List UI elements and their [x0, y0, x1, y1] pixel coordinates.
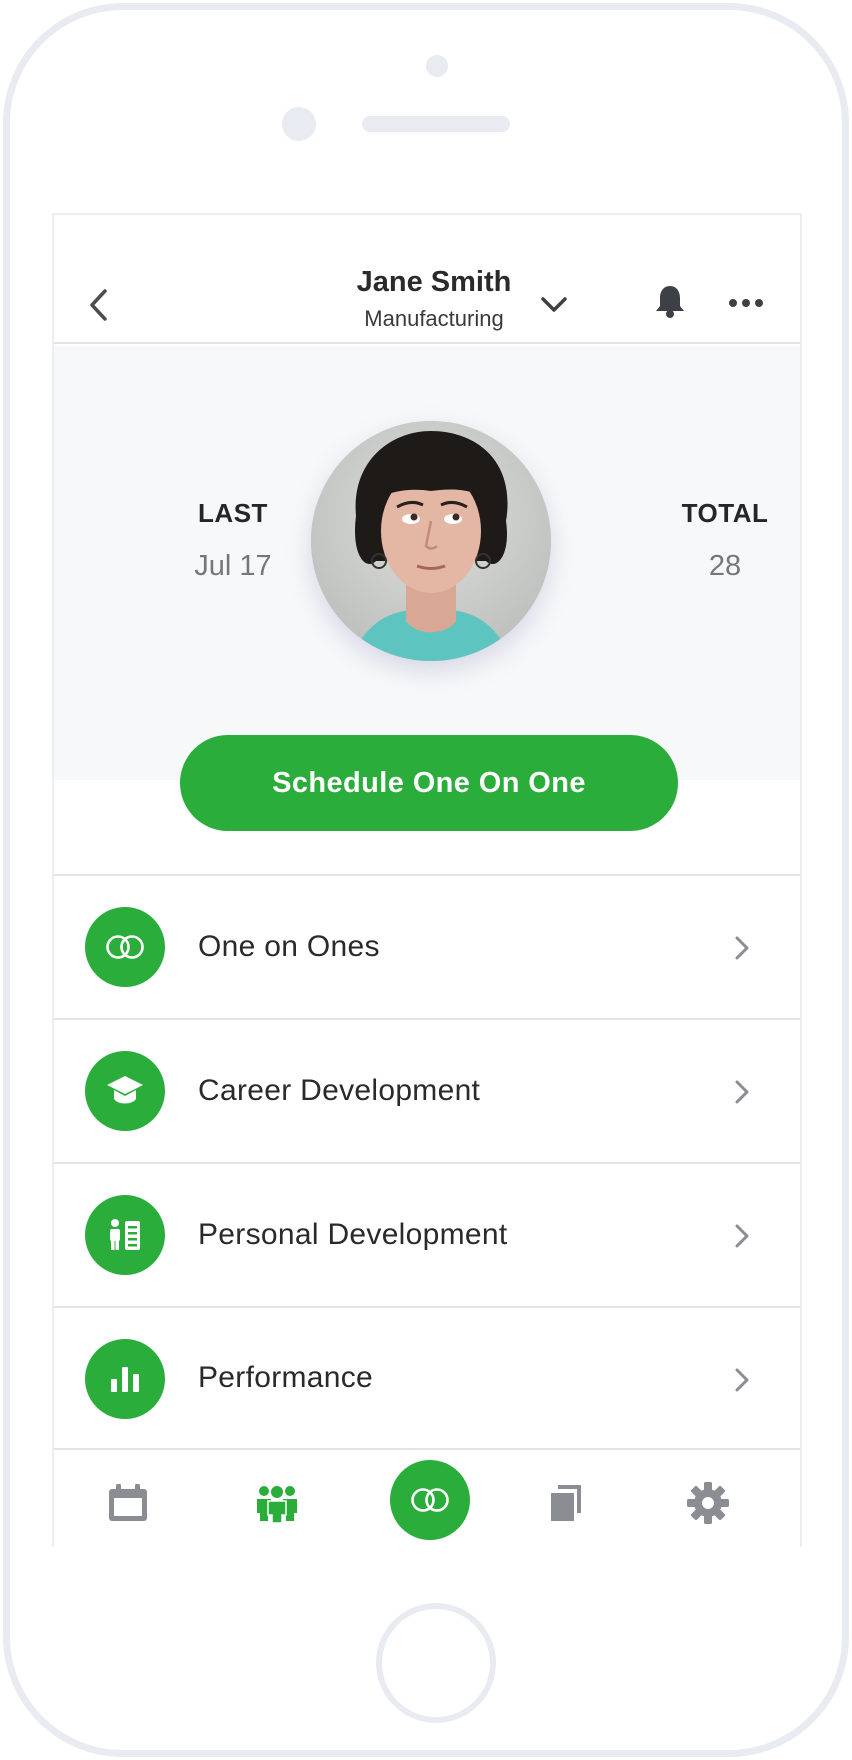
total-label: TOTAL	[681, 498, 769, 528]
avatar	[311, 421, 551, 661]
home-button[interactable]	[376, 1603, 496, 1723]
nav-bar: Jane Smith Manufacturing	[54, 215, 800, 344]
career-development-icon-badge	[85, 1051, 165, 1131]
total-meetings-stat: TOTAL 28	[625, 496, 800, 584]
graduation-cap-icon	[107, 1076, 143, 1104]
documents-icon	[551, 1485, 581, 1521]
total-value: 28	[708, 550, 742, 582]
list-item-one-on-ones[interactable]: One on Ones	[54, 874, 800, 1018]
list-item-label: Performance	[198, 1361, 374, 1394]
employee-switcher[interactable]: Jane Smith Manufacturing	[334, 263, 534, 335]
list-item-career-development[interactable]: Career Development	[54, 1018, 800, 1162]
front-camera	[282, 107, 316, 141]
chevron-down-icon	[541, 297, 567, 312]
employee-name: Jane Smith	[356, 266, 512, 298]
person-list-icon	[110, 1219, 140, 1250]
tab-settings[interactable]	[680, 1478, 736, 1528]
list-item-label: One on Ones	[198, 930, 380, 963]
performance-icon-badge	[85, 1339, 165, 1419]
bell-icon	[656, 286, 684, 318]
tab-bar	[54, 1452, 800, 1547]
list-item-performance[interactable]: Performance	[54, 1306, 800, 1450]
last-value: Jul 17	[194, 550, 272, 582]
schedule-one-on-one-button[interactable]: Schedule One On One	[180, 735, 678, 831]
chevron-right-icon	[728, 932, 756, 964]
last-meeting-stat: LAST Jul 17	[133, 496, 333, 584]
app-screen: Jane Smith Manufacturing LAST Jul 17 TOT…	[52, 213, 802, 1547]
chevron-right-icon	[728, 1076, 756, 1108]
list-item-label: Personal Development	[198, 1218, 508, 1251]
calendar-icon	[109, 1484, 147, 1521]
rings-icon	[106, 935, 144, 959]
employee-dropdown-button[interactable]	[534, 285, 574, 325]
profile-header: LAST Jul 17 TOTAL 28	[54, 346, 800, 780]
more-horizontal-icon	[729, 299, 763, 307]
tab-one-on-ones[interactable]	[390, 1460, 470, 1540]
menu-list: One on Ones Career Development Personal …	[54, 874, 800, 1450]
bar-chart-icon	[111, 1367, 139, 1392]
tab-documents[interactable]	[538, 1478, 594, 1528]
gear-icon	[687, 1482, 729, 1524]
personal-development-icon-badge	[85, 1195, 165, 1275]
chevron-left-icon	[90, 289, 107, 321]
last-label: LAST	[198, 498, 268, 528]
back-button[interactable]	[78, 285, 118, 325]
team-icon	[257, 1486, 297, 1523]
notifications-button[interactable]	[648, 279, 692, 323]
chevron-right-icon	[728, 1364, 756, 1396]
employee-department: Manufacturing	[364, 306, 504, 331]
more-options-button[interactable]	[724, 283, 768, 323]
chevron-right-icon	[728, 1220, 756, 1252]
earpiece-speaker	[362, 116, 510, 132]
tab-team[interactable]	[249, 1478, 305, 1528]
list-item-personal-development[interactable]: Personal Development	[54, 1162, 800, 1306]
avatar-photo	[311, 421, 551, 661]
list-item-label: Career Development	[198, 1074, 481, 1107]
tab-calendar[interactable]	[100, 1478, 156, 1528]
proximity-sensor	[426, 55, 448, 77]
rings-icon	[411, 1488, 449, 1512]
one-on-ones-icon-badge	[85, 907, 165, 987]
